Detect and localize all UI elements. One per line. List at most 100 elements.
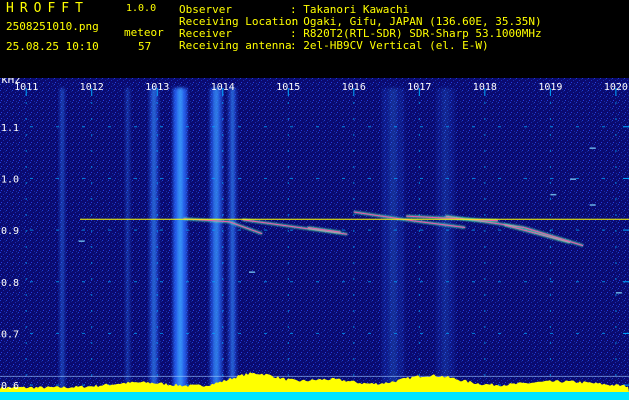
y-grid-dash [524, 177, 527, 179]
y-grid-dash [394, 281, 397, 283]
y-grid-dash [290, 281, 293, 283]
x-grid-dot [549, 310, 551, 312]
x-grid-dot [287, 118, 289, 120]
x-grid-dot [353, 262, 355, 264]
x-grid-dot [91, 310, 93, 312]
x-grid-dot [287, 134, 289, 136]
y-grid-dash [602, 332, 605, 334]
y-grid-dash [56, 281, 59, 283]
x-grid-dot [156, 150, 158, 152]
y-grid-dash [342, 126, 345, 128]
y-grid-dash [368, 177, 371, 179]
y-grid-dash [264, 229, 267, 231]
x-grid-dot [484, 230, 486, 232]
y-grid-dash [82, 229, 85, 231]
x-grid-dot [287, 230, 289, 232]
x-grid-dot [91, 374, 93, 376]
x-grid-dot [91, 214, 93, 216]
y-grid-dash [342, 281, 345, 283]
y-grid-dash [30, 126, 33, 128]
y-grid-dash [212, 126, 215, 128]
x-grid-dot [287, 198, 289, 200]
app-title: HROFFT [6, 1, 89, 16]
x-grid-dot [549, 278, 551, 280]
x-grid-dot [484, 118, 486, 120]
antenna-value: : 2el-HB9CV Vertical (el. E-W) [290, 39, 489, 52]
x-grid-dot [484, 342, 486, 344]
x-grid-dot [615, 358, 617, 360]
y-grid-dash [472, 126, 475, 128]
x-grid-dot [25, 102, 27, 104]
y-grid-dash [108, 332, 111, 334]
y-grid-dash [30, 177, 33, 179]
x-grid-dot [615, 246, 617, 248]
x-grid-dot [287, 326, 289, 328]
y-grid-dash [316, 177, 319, 179]
x-grid-dot [156, 182, 158, 184]
y-grid-dash [368, 281, 371, 283]
observer-key: Observer [179, 3, 232, 16]
x-grid-dot [418, 342, 420, 344]
x-grid-dot [353, 230, 355, 232]
x-grid-dot [615, 150, 617, 152]
x-grid-dot [353, 326, 355, 328]
x-tick-label-2: 1013 [145, 82, 169, 93]
x-grid-dot [353, 358, 355, 360]
y-grid-dash [550, 281, 553, 283]
x-grid-dot [549, 118, 551, 120]
x-grid-dot [222, 134, 224, 136]
x-grid-dot [418, 118, 420, 120]
x-grid-dot [615, 118, 617, 120]
x-grid-dot [25, 118, 27, 120]
x-grid-dot [418, 358, 420, 360]
x-grid-dot [222, 262, 224, 264]
observer-value: : Takanori Kawachi [290, 3, 410, 16]
spectrogram-plot: 1011 1012 1013 1014 1015 1016 1017 1018 1019 1020… [0, 78, 629, 400]
y-grid-dash [290, 177, 293, 179]
x-grid-dot [484, 326, 486, 328]
x-grid-dot [156, 118, 158, 120]
x-tick-label-3: 1014 [211, 82, 235, 93]
hrofft-window: HROFFT 1.0.0 2508251010.png 25.08.25 10:… [0, 0, 629, 400]
y-grid-dash [498, 384, 501, 386]
x-grid-dot [25, 342, 27, 344]
x-grid-dot [353, 182, 355, 184]
y-tick-label-0: 1.1 [1, 123, 19, 134]
y-grid-dash [56, 229, 59, 231]
x-grid-dot [353, 102, 355, 104]
x-grid-dot [91, 182, 93, 184]
x-grid-dot [549, 358, 551, 360]
speckle-0 [78, 240, 85, 242]
y-grid-dash [186, 384, 189, 386]
location-key: Receiving Location [179, 15, 299, 28]
y-grid-dash [82, 281, 85, 283]
x-grid-dot [25, 182, 27, 184]
y-grid-dash [30, 332, 33, 334]
noise-band-core-5 [231, 88, 234, 398]
y-grid-dash [498, 332, 501, 334]
x-grid-dot [418, 102, 420, 104]
y-grid-dash [524, 332, 527, 334]
x-grid-dot [222, 326, 224, 328]
x-grid-dot [418, 150, 420, 152]
y-grid-dash [134, 177, 137, 179]
x-grid-dot [156, 278, 158, 280]
x-grid-dot [353, 214, 355, 216]
x-grid-dot [615, 214, 617, 216]
y-grid-dash [108, 281, 111, 283]
x-grid-dot [287, 102, 289, 104]
y-grid-dash [394, 332, 397, 334]
app-version: 1.0.0 [126, 3, 157, 14]
x-grid-dot [222, 278, 224, 280]
noise-band-core-3 [177, 88, 183, 398]
receiver-key: Receiver [179, 27, 232, 40]
x-grid-dot [418, 182, 420, 184]
x-grid-dot [25, 326, 27, 328]
x-grid-dot [222, 294, 224, 296]
x-grid-dot [549, 134, 551, 136]
y-tick-label-5: 0.6 [1, 381, 19, 392]
x-grid-dot [484, 134, 486, 136]
x-grid-dot [418, 262, 420, 264]
x-grid-dot [25, 166, 27, 168]
x-grid-dot [25, 358, 27, 360]
